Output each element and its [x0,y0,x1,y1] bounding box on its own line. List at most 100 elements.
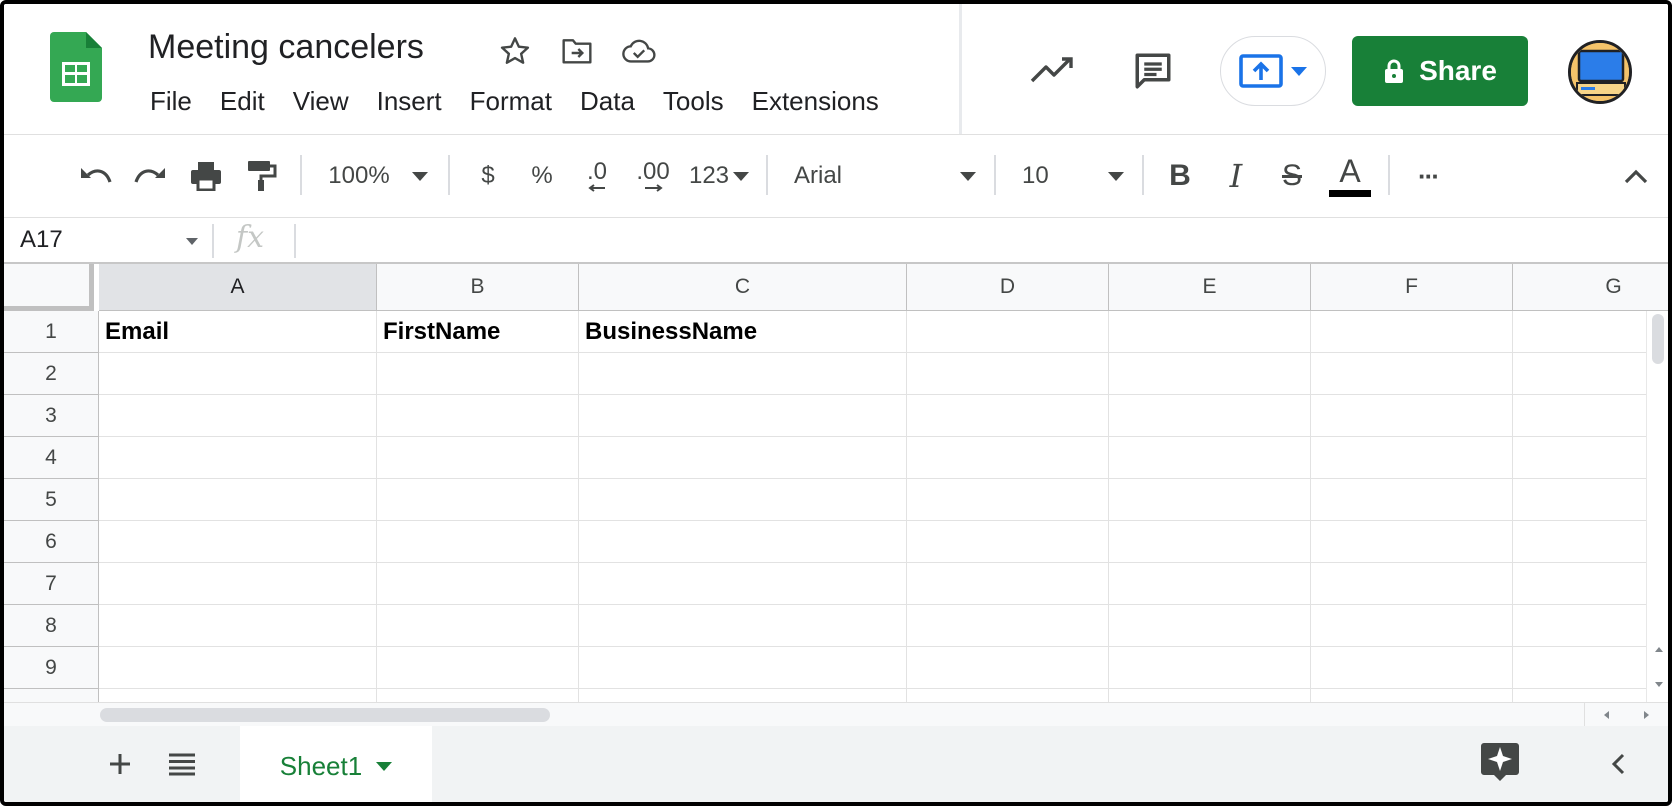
scroll-up-icon[interactable] [1652,642,1666,656]
cell-f1[interactable] [1311,311,1513,353]
redo-icon[interactable] [128,135,172,217]
cell-b4[interactable] [377,437,579,479]
cell-b1[interactable]: FirstName [377,311,579,353]
cell-partial-row[interactable] [1109,689,1311,702]
cell-c4[interactable] [579,437,907,479]
increase-decimal-button[interactable]: .00 [628,135,678,217]
cell-d9[interactable] [907,647,1109,689]
undo-icon[interactable] [74,135,118,217]
chevron-down-icon[interactable] [186,238,198,245]
format-currency-button[interactable]: $ [468,135,508,217]
cell-b9[interactable] [377,647,579,689]
print-icon[interactable] [184,135,228,217]
present-button[interactable] [1220,36,1326,106]
more-formats-button[interactable]: 123 [686,135,752,217]
cell-d8[interactable] [907,605,1109,647]
cell-f9[interactable] [1311,647,1513,689]
row-header-7[interactable]: 7 [4,563,99,605]
cell-d6[interactable] [907,521,1109,563]
text-color-button[interactable]: A [1326,135,1374,217]
cell-g1[interactable] [1513,311,1668,353]
cell-f6[interactable] [1311,521,1513,563]
column-header-f[interactable]: F [1311,264,1513,311]
select-all-corner[interactable] [4,264,94,311]
column-header-d[interactable]: D [907,264,1109,311]
menu-format[interactable]: Format [456,84,566,119]
cell-e8[interactable] [1109,605,1311,647]
cell-b2[interactable] [377,353,579,395]
horizontal-scrollbar[interactable] [4,702,1668,727]
cell-f5[interactable] [1311,479,1513,521]
cell-e6[interactable] [1109,521,1311,563]
cell-a9[interactable] [99,647,377,689]
row-header-8[interactable]: 8 [4,605,99,647]
cell-f4[interactable] [1311,437,1513,479]
cell-c5[interactable] [579,479,907,521]
cell-b3[interactable] [377,395,579,437]
cell-partial-row[interactable] [1311,689,1513,702]
menu-insert[interactable]: Insert [363,84,456,119]
cell-c3[interactable] [579,395,907,437]
cell-c8[interactable] [579,605,907,647]
cell-a1[interactable]: Email [99,311,377,353]
more-options-button[interactable]: ··· [1406,135,1450,217]
row-header-9[interactable]: 9 [4,647,99,689]
collapse-toolbar-icon[interactable] [1616,135,1656,217]
cell-b5[interactable] [377,479,579,521]
horizontal-scrollbar-thumb[interactable] [100,708,550,722]
bold-button[interactable]: B [1160,135,1200,217]
cell-d2[interactable] [907,353,1109,395]
cell-c9[interactable] [579,647,907,689]
column-header-e[interactable]: E [1109,264,1311,311]
cell-a2[interactable] [99,353,377,395]
cell-e7[interactable] [1109,563,1311,605]
scroll-right-icon[interactable] [1643,710,1651,720]
row-header-2[interactable]: 2 [4,353,99,395]
cell-g7[interactable] [1513,563,1668,605]
row-header-4[interactable]: 4 [4,437,99,479]
sheet-tab-sheet1[interactable]: Sheet1 [240,726,432,802]
cell-g9[interactable] [1513,647,1668,689]
avatar[interactable] [1568,40,1632,104]
cell-a3[interactable] [99,395,377,437]
cell-g4[interactable] [1513,437,1668,479]
cell-d3[interactable] [907,395,1109,437]
cell-c7[interactable] [579,563,907,605]
row-header-partial[interactable] [4,689,99,702]
explore-icon[interactable] [1478,740,1522,784]
cell-g3[interactable] [1513,395,1668,437]
menu-data[interactable]: Data [566,84,649,119]
zoom-select[interactable]: 100% [322,135,434,217]
cell-d7[interactable] [907,563,1109,605]
comments-icon[interactable] [1128,46,1178,96]
menu-file[interactable]: File [136,84,206,119]
cell-e1[interactable] [1109,311,1311,353]
cell-e2[interactable] [1109,353,1311,395]
cell-g6[interactable] [1513,521,1668,563]
column-header-b[interactable]: B [377,264,579,311]
sheets-logo-icon[interactable] [50,32,102,102]
star-icon[interactable] [498,34,532,68]
scroll-left-icon[interactable] [1602,710,1610,720]
cell-c2[interactable] [579,353,907,395]
row-header-1[interactable]: 1 [4,311,99,353]
add-sheet-icon[interactable] [98,742,142,786]
menu-extensions[interactable]: Extensions [738,84,893,119]
cell-g5[interactable] [1513,479,1668,521]
strikethrough-button[interactable]: S [1272,135,1312,217]
cell-d4[interactable] [907,437,1109,479]
row-header-6[interactable]: 6 [4,521,99,563]
cell-e3[interactable] [1109,395,1311,437]
column-header-c[interactable]: C [579,264,907,311]
cell-partial-row[interactable] [579,689,907,702]
menu-view[interactable]: View [279,84,363,119]
cell-g2[interactable] [1513,353,1668,395]
cell-partial-row[interactable] [99,689,377,702]
cell-b8[interactable] [377,605,579,647]
cell-f8[interactable] [1311,605,1513,647]
cell-d1[interactable] [907,311,1109,353]
cell-partial-row[interactable] [1513,689,1668,702]
font-size-select[interactable]: 10 [1022,135,1130,217]
paint-format-icon[interactable] [240,135,284,217]
column-header-g[interactable]: G [1513,264,1668,311]
